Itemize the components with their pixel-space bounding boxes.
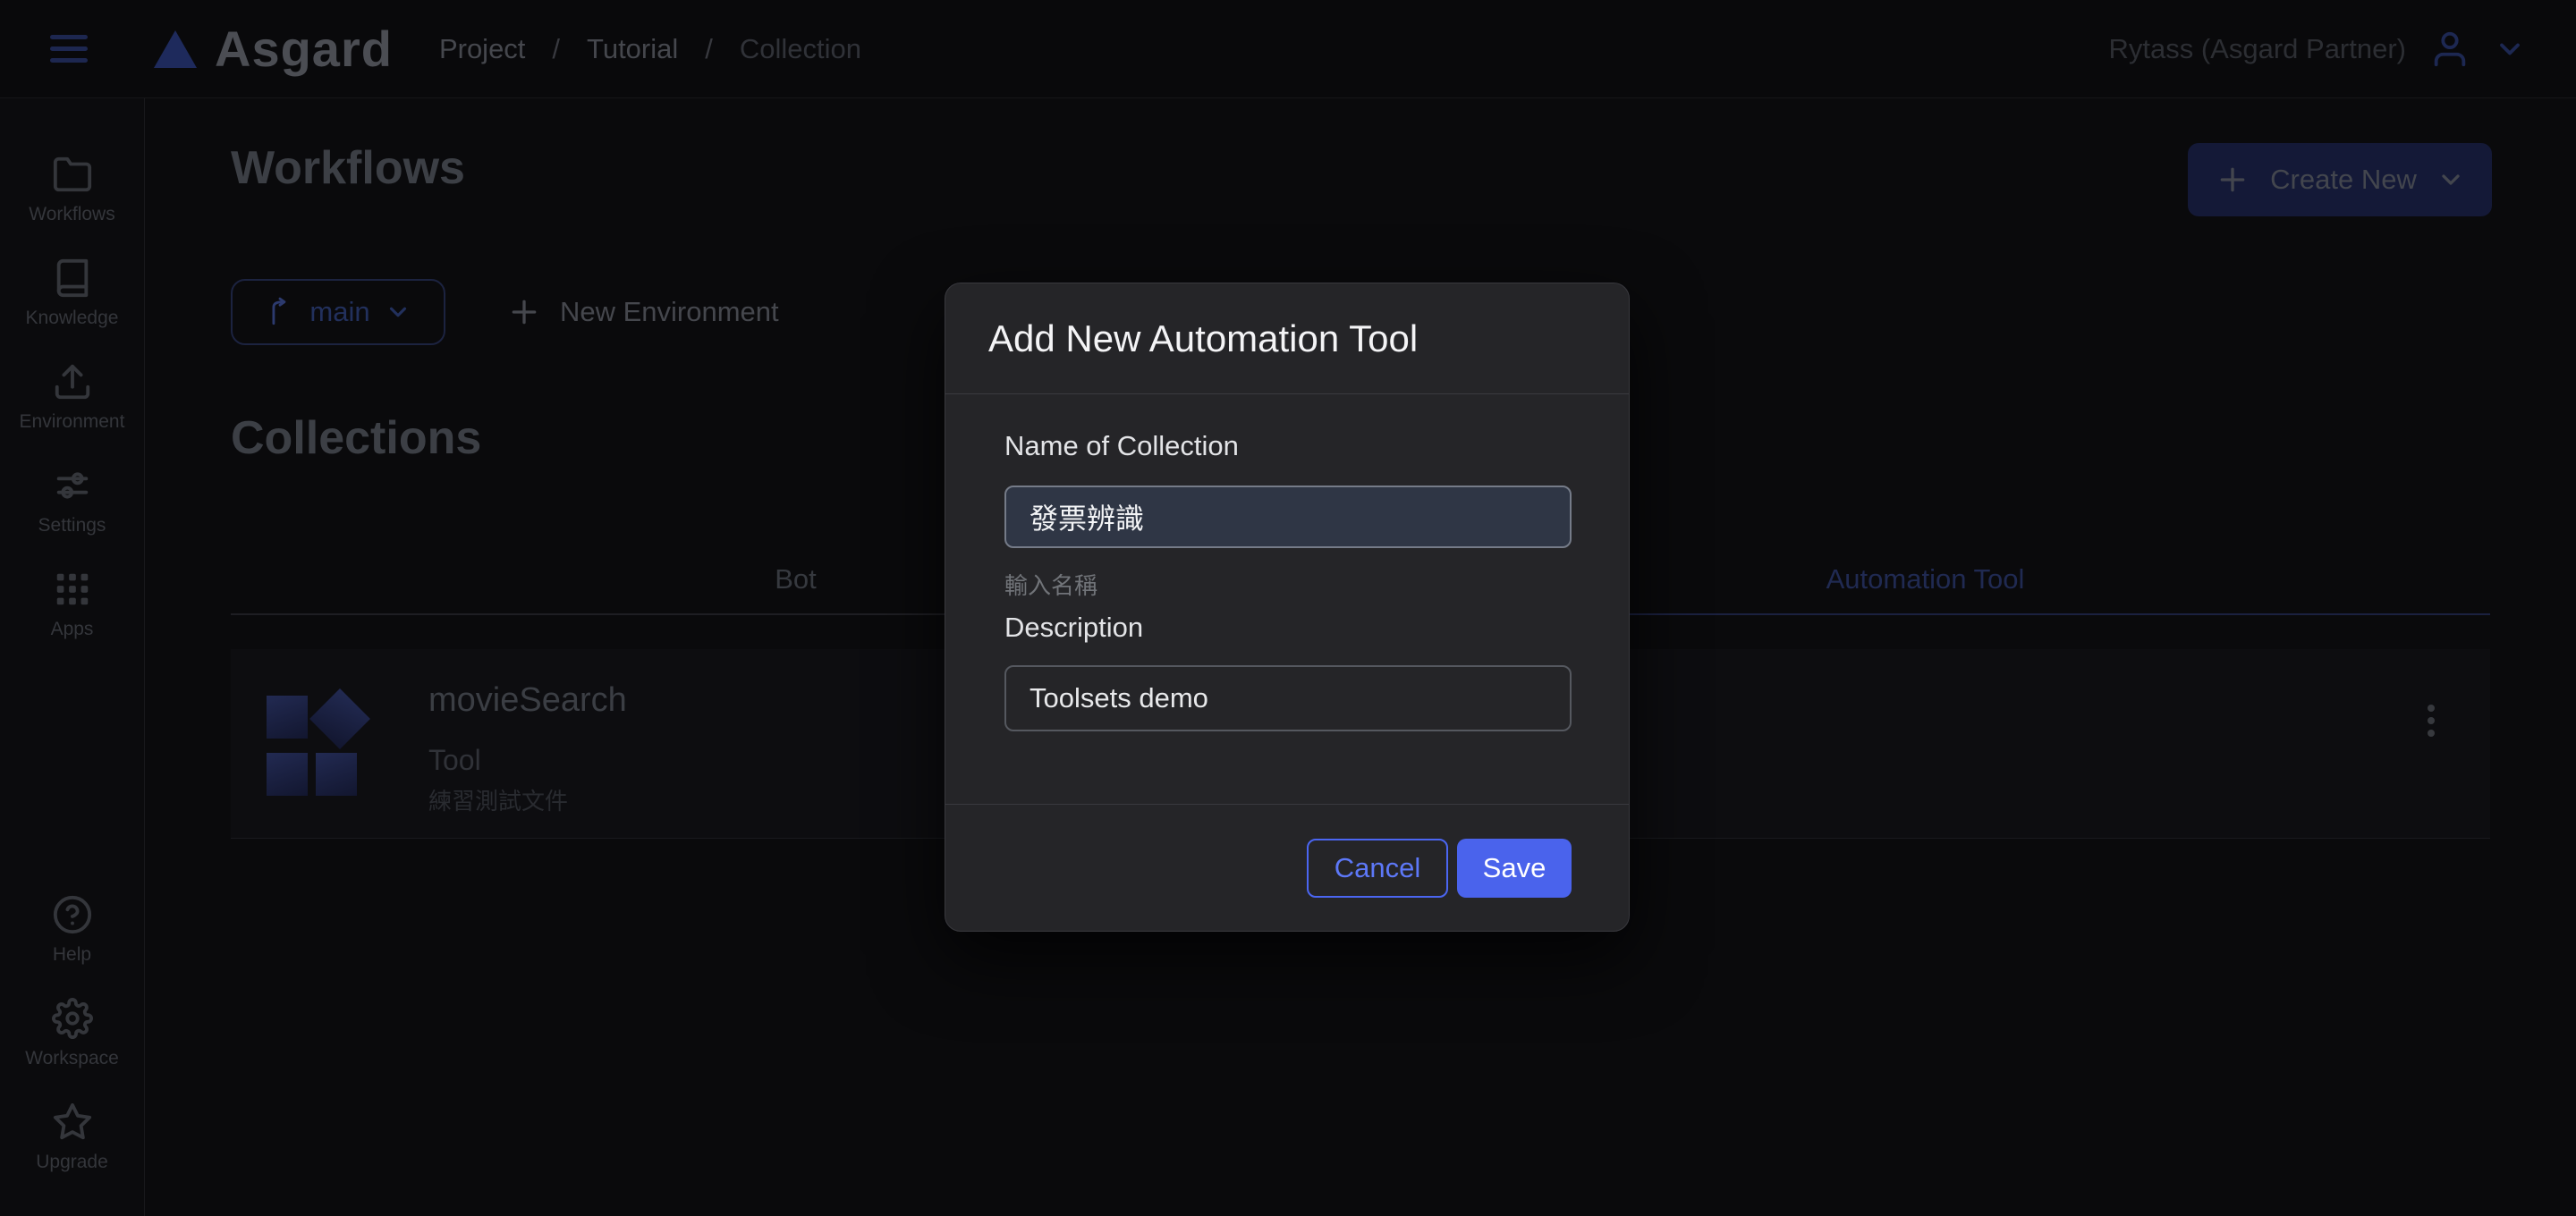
breadcrumb-separator: /: [552, 33, 560, 65]
grid-dots-icon: [52, 569, 93, 610]
collection-card-title: movieSearch: [428, 681, 627, 720]
page-title: Workflows: [231, 141, 465, 195]
create-new-label: Create New: [2270, 164, 2417, 196]
star-icon: [52, 1102, 93, 1143]
cancel-button[interactable]: Cancel: [1307, 839, 1448, 898]
sidebar-item-label: Apps: [51, 619, 94, 640]
collection-card-description: 練習測試文件: [428, 783, 568, 816]
collection-shapes-icon: [267, 690, 383, 803]
branch-icon: [265, 297, 295, 327]
sidebar-item-label: Workflows: [29, 204, 114, 225]
upload-icon: [52, 361, 93, 402]
sidebar-nav: Workflows Knowledge Environment Settings…: [0, 98, 145, 1216]
breadcrumb-tutorial[interactable]: Tutorial: [587, 33, 678, 65]
chevron-down-icon: [385, 299, 411, 325]
header-user-area: Rytass (Asgard Partner): [2109, 29, 2527, 70]
sidebar-item-label: Settings: [38, 515, 106, 536]
collections-title: Collections: [231, 411, 481, 465]
chevron-down-icon: [2436, 165, 2465, 194]
asgard-logo[interactable]: Asgard: [154, 20, 393, 78]
branch-selector-button[interactable]: main: [231, 279, 445, 345]
user-menu-chevron-down-icon[interactable]: [2494, 33, 2526, 65]
sidebar-item-environment[interactable]: Environment: [1, 361, 144, 433]
logo-text: Asgard: [215, 20, 393, 78]
plus-icon: [2215, 162, 2250, 198]
sidebar-item-workflows[interactable]: Workflows: [1, 154, 144, 225]
user-avatar-icon[interactable]: [2429, 29, 2470, 70]
add-automation-tool-modal: Add New Automation Tool Name of Collecti…: [945, 283, 1630, 932]
sidebar-item-workspace[interactable]: Workspace: [1, 998, 144, 1069]
sidebar-item-apps[interactable]: Apps: [1, 569, 144, 640]
hamburger-menu-icon[interactable]: [50, 35, 88, 63]
name-of-collection-label: Name of Collection: [1004, 430, 1572, 462]
sidebar-item-label: Knowledge: [26, 308, 119, 329]
breadcrumb-collection: Collection: [740, 33, 861, 65]
sidebar-top-group: Workflows Knowledge Environment Settings…: [1, 154, 144, 640]
new-environment-button[interactable]: New Environment: [506, 279, 779, 345]
create-new-button[interactable]: Create New: [2188, 143, 2492, 216]
user-org-label: Rytass (Asgard Partner): [2109, 33, 2407, 65]
question-circle-icon: [52, 894, 93, 935]
folder-icon: [52, 154, 93, 195]
top-header: Asgard Project / Tutorial / Collection R…: [0, 0, 2576, 98]
name-helper-text: 輸入名稱: [1004, 568, 1572, 601]
collection-card-type: Tool: [428, 744, 481, 777]
description-label: Description: [1004, 612, 1572, 644]
plus-icon: [506, 294, 542, 330]
sidebar-item-settings[interactable]: Settings: [1, 465, 144, 536]
card-kebab-menu-icon[interactable]: [2413, 694, 2449, 747]
breadcrumb-project[interactable]: Project: [439, 33, 525, 65]
book-icon: [52, 258, 93, 299]
sidebar-item-help[interactable]: Help: [1, 894, 144, 966]
sliders-icon: [52, 465, 93, 506]
app-root: Asgard Project / Tutorial / Collection R…: [0, 0, 2576, 1216]
sidebar-item-label: Help: [53, 944, 91, 966]
sidebar-item-label: Environment: [20, 411, 125, 433]
gear-icon: [52, 998, 93, 1039]
sidebar-item-label: Upgrade: [36, 1152, 108, 1173]
sidebar-item-upgrade[interactable]: Upgrade: [1, 1102, 144, 1173]
modal-body: Name of Collection 輸入名稱 Description: [945, 394, 1629, 731]
sidebar-item-label: Workspace: [25, 1048, 119, 1069]
logo-triangle-icon: [154, 30, 197, 68]
modal-footer: Cancel Save: [945, 804, 1629, 931]
save-button[interactable]: Save: [1457, 839, 1572, 898]
collection-name-input[interactable]: [1004, 486, 1572, 548]
modal-title: Add New Automation Tool: [988, 317, 1418, 360]
branch-name-label: main: [309, 296, 369, 328]
breadcrumb-separator: /: [705, 33, 713, 65]
breadcrumb: Project / Tutorial / Collection: [439, 33, 861, 65]
modal-header: Add New Automation Tool: [945, 283, 1629, 394]
description-input[interactable]: [1004, 665, 1572, 731]
sidebar-bottom-group: Help Workspace Upgrade: [1, 894, 144, 1173]
new-environment-label: New Environment: [560, 296, 779, 328]
sidebar-item-knowledge[interactable]: Knowledge: [1, 258, 144, 329]
